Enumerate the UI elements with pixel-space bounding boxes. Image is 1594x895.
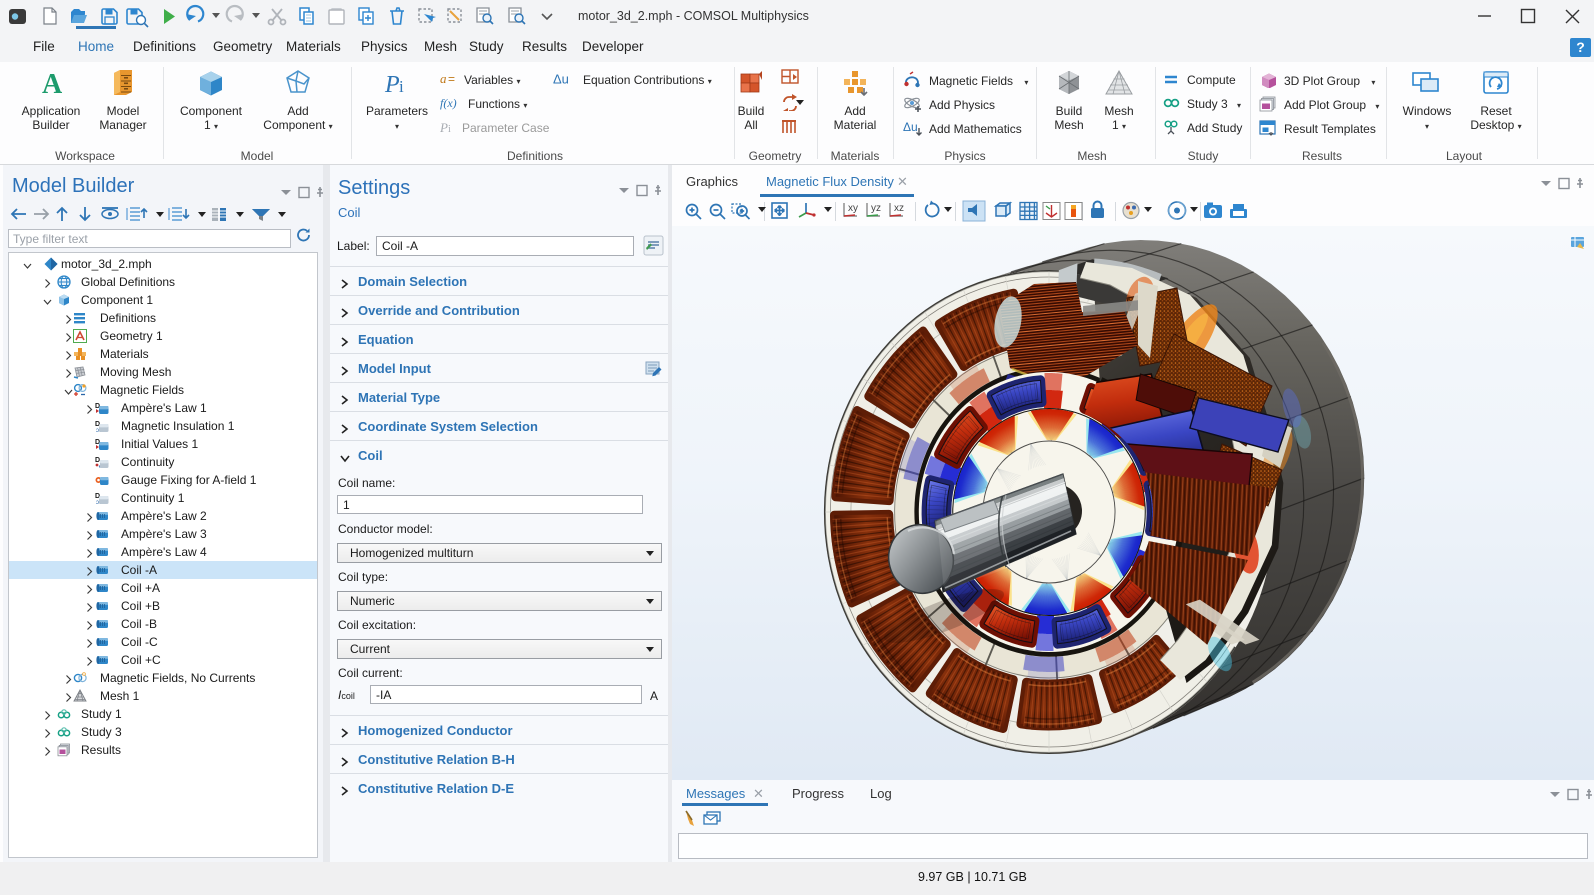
svg-text:Δu: Δu [553, 72, 569, 87]
svg-text:=: = [448, 72, 455, 86]
svg-text:i: i [448, 124, 451, 135]
svg-text:Δu: Δu [903, 120, 918, 134]
svg-text:yz: yz [871, 203, 881, 214]
svg-text:xy: xy [848, 203, 858, 214]
svg-text:a: a [440, 71, 447, 86]
svg-text:i: i [399, 77, 404, 96]
svg-text:D: D [95, 457, 100, 464]
svg-text:f(x): f(x) [440, 96, 457, 110]
svg-text:P: P [440, 120, 448, 135]
svg-text:P: P [384, 72, 400, 98]
svg-text:xz: xz [894, 203, 904, 214]
svg-text:A: A [42, 69, 63, 98]
